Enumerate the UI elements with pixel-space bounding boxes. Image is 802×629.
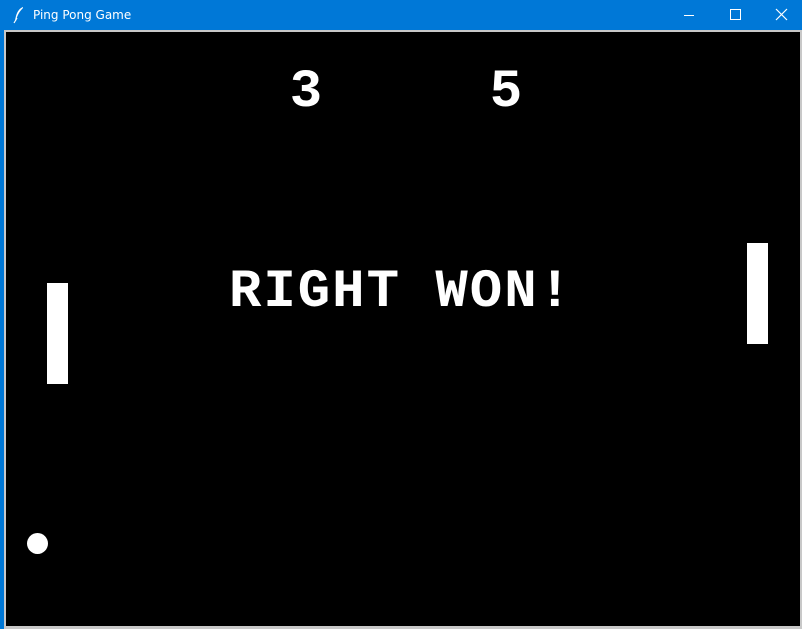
game-canvas[interactable] — [6, 32, 800, 626]
close-button[interactable] — [758, 0, 802, 30]
maximize-icon — [730, 9, 741, 20]
title-bar[interactable]: Ping Pong Game — [0, 0, 802, 30]
app-window: Ping Pong Game 3 5 RIGHT WON! — [0, 0, 802, 629]
right-paddle — [747, 243, 768, 344]
ball — [27, 533, 48, 554]
minimize-icon — [684, 15, 694, 16]
winner-message: RIGHT WON! — [228, 262, 574, 323]
close-icon — [775, 8, 788, 21]
maximize-button[interactable] — [712, 0, 758, 30]
feather-icon — [12, 6, 26, 24]
right-score: 5 — [489, 62, 523, 123]
minimize-button[interactable] — [666, 0, 712, 30]
window-title: Ping Pong Game — [33, 8, 132, 22]
left-paddle — [47, 283, 68, 384]
left-score: 3 — [289, 62, 323, 123]
